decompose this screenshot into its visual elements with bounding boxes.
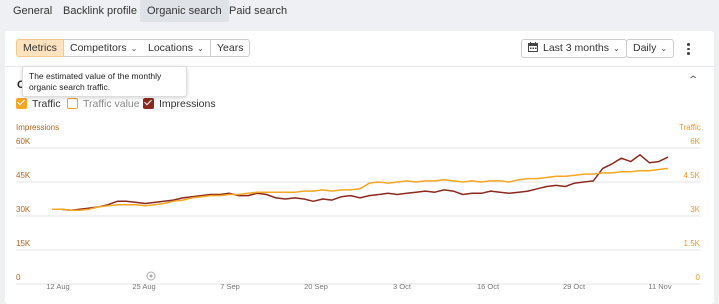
tooltip: The estimated value of the monthly organ… xyxy=(22,66,187,97)
left-tick-label: 0 xyxy=(16,273,21,282)
series-line-impressions xyxy=(52,154,669,212)
x-tick-label: 3 Oct xyxy=(393,282,412,291)
left-tick-label: 60K xyxy=(16,137,31,146)
right-tick-label: 1.5K xyxy=(684,239,701,248)
tab-paid-search[interactable]: Paid search xyxy=(222,0,294,22)
right-tick-label: 4.5K xyxy=(684,171,701,180)
x-tick-label: 11 Nov xyxy=(648,282,671,291)
organic-search-card: Metrics Competitors ⌄ Locations ⌄ Years La… xyxy=(5,31,714,304)
x-tick-label: 25 Aug xyxy=(132,282,155,291)
tab-general[interactable]: General xyxy=(6,0,59,22)
left-tick-label: 30K xyxy=(16,205,31,214)
annotation-marker-dot xyxy=(149,274,153,278)
x-tick-label: 7 Sep xyxy=(220,282,240,291)
x-tick-label: 20 Sep xyxy=(304,282,328,291)
tab-backlink-profile[interactable]: Backlink profile xyxy=(56,0,144,22)
tab-bar: General Backlink profile Organic search … xyxy=(0,0,719,24)
right-tick-label: 6K xyxy=(690,137,700,146)
x-tick-label: 12 Aug xyxy=(46,282,69,291)
x-tick-label: 29 Oct xyxy=(563,282,586,291)
right-tick-label: 3K xyxy=(690,205,700,214)
left-tick-label: 45K xyxy=(16,171,31,180)
right-tick-label: 0 xyxy=(696,273,701,282)
x-tick-label: 16 Oct xyxy=(477,282,500,291)
left-tick-label: 15K xyxy=(16,239,31,248)
tab-organic-search[interactable]: Organic search xyxy=(140,0,229,22)
